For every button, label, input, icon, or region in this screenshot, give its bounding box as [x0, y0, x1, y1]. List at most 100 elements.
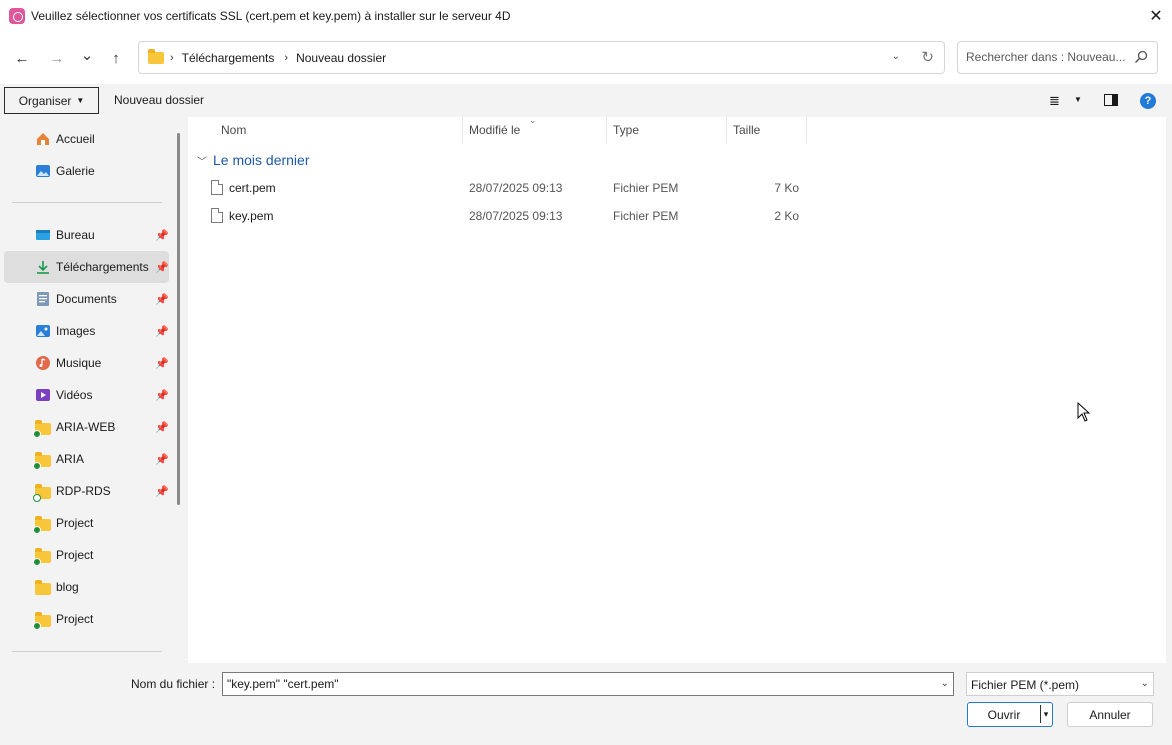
chevron-down-icon: ⌄ [1140, 678, 1149, 689]
file-type: Fichier PEM [613, 181, 679, 195]
cancel-button[interactable]: Annuler [1067, 702, 1153, 727]
chevron-down-icon: ﹀ [197, 156, 207, 168]
pin-icon[interactable]: 📌 [155, 421, 169, 434]
file-type-select[interactable]: Fichier PEM (*.pem) ⌄ [966, 672, 1154, 696]
sidebar-item-videos[interactable]: Vidéos 📌 [4, 379, 169, 411]
dialog-footer: Nom du fichier : ⌄ Fichier PEM (*.pem) ⌄… [0, 663, 1172, 745]
filename-combobox[interactable]: ⌄ [222, 672, 954, 696]
sidebar-item-label: Project [56, 516, 94, 530]
sidebar-item-label: Project [56, 548, 94, 562]
folder-icon [148, 48, 164, 64]
column-divider[interactable] [606, 117, 607, 143]
breadcrumb-item[interactable]: Nouveau dossier [296, 51, 386, 65]
filename-input[interactable] [227, 677, 927, 691]
file-modified: 28/07/2025 09:13 [469, 209, 563, 223]
sidebar-item-aria-web[interactable]: ARIA-WEB 📌 [4, 411, 169, 443]
recent-locations-button[interactable]: ⌄ [76, 44, 98, 66]
address-bar[interactable]: › Téléchargements › Nouveau dossier ⌄ ↻ [138, 41, 945, 74]
sidebar-item-label: Bureau [56, 228, 95, 242]
folder-icon [35, 579, 51, 595]
download-icon [35, 259, 51, 275]
sidebar-item-label: Galerie [56, 164, 95, 178]
table-row[interactable]: cert.pem 28/07/2025 09:13 Fichier PEM 7 … [188, 177, 808, 201]
content-scrollbar[interactable] [1166, 117, 1172, 663]
forward-button[interactable]: → [46, 47, 68, 69]
sidebar-item-label: Téléchargements [56, 260, 149, 274]
open-button[interactable]: Ouvrir ▾ [967, 702, 1053, 727]
pin-icon[interactable]: 📌 [155, 325, 169, 338]
search-icon[interactable] [1134, 50, 1148, 64]
column-header-name[interactable]: Nom [221, 123, 246, 137]
close-button[interactable]: ✕ [1140, 0, 1172, 32]
arrow-right-icon: → [49, 49, 65, 67]
videos-icon [35, 387, 51, 403]
sidebar-scrollbar[interactable] [177, 133, 180, 505]
sidebar-item-blog[interactable]: blog [4, 571, 169, 603]
navigation-pane: Accueil Galerie Bureau 📌 Téléchargements… [0, 117, 180, 663]
sidebar-item-project[interactable]: Project [4, 603, 169, 635]
new-folder-button[interactable]: Nouveau dossier [114, 93, 204, 107]
table-row[interactable]: key.pem 28/07/2025 09:13 Fichier PEM 2 K… [188, 205, 808, 229]
breadcrumb-item[interactable]: Téléchargements [182, 51, 275, 65]
file-type-selected: Fichier PEM (*.pem) [971, 678, 1080, 692]
file-name: cert.pem [229, 181, 276, 195]
sidebar-item-label: Project [56, 612, 94, 626]
column-divider[interactable] [462, 117, 463, 143]
up-button[interactable]: ↑ [105, 47, 127, 69]
organize-button[interactable]: Organiser ▼ [4, 87, 99, 114]
synced-folder-icon [33, 611, 51, 630]
file-type: Fichier PEM [613, 209, 679, 223]
column-divider[interactable] [726, 117, 727, 143]
view-caret-icon[interactable]: ▼ [1074, 95, 1082, 104]
sidebar-item-label: ARIA-WEB [56, 420, 116, 434]
cloud-folder-icon [33, 483, 51, 502]
sidebar-item-accueil[interactable]: Accueil [4, 123, 169, 155]
pin-icon[interactable]: 📌 [155, 485, 169, 498]
sidebar-item-project[interactable]: Project [4, 507, 169, 539]
column-header-size[interactable]: Taille [733, 123, 760, 137]
pin-icon[interactable]: 📌 [155, 293, 169, 306]
view-options-icon[interactable]: ≣ [1049, 93, 1060, 109]
preview-pane-icon[interactable] [1104, 94, 1118, 106]
chevron-down-icon[interactable]: ⌄ [941, 678, 949, 689]
sidebar-divider [12, 651, 162, 652]
sidebar-item-aria[interactable]: ARIA 📌 [4, 443, 169, 475]
sidebar-item-images[interactable]: Images 📌 [4, 315, 169, 347]
sidebar-item-project[interactable]: Project [4, 539, 169, 571]
sidebar-item-rdp-rds[interactable]: RDP-RDS 📌 [4, 475, 169, 507]
desktop-icon [35, 227, 51, 243]
sidebar-item-galerie[interactable]: Galerie [4, 155, 169, 187]
file-icon [211, 180, 223, 195]
file-modified: 28/07/2025 09:13 [469, 181, 563, 195]
sidebar-item-telechargements[interactable]: Téléchargements 📌 [4, 251, 169, 283]
refresh-icon[interactable]: ↻ [921, 48, 934, 66]
close-icon: ✕ [1149, 8, 1163, 25]
column-header-type[interactable]: Type [613, 123, 639, 137]
app-icon [9, 8, 25, 24]
synced-folder-icon [33, 419, 51, 438]
sidebar-item-label: RDP-RDS [56, 484, 111, 498]
sidebar-item-musique[interactable]: Musique 📌 [4, 347, 169, 379]
group-header[interactable]: ﹀ Le mois dernier [197, 152, 310, 168]
gallery-icon [35, 163, 51, 179]
documents-icon [35, 291, 51, 307]
pin-icon[interactable]: 📌 [155, 453, 169, 466]
open-split-dropdown-icon[interactable]: ▾ [1040, 705, 1051, 723]
sidebar-item-label: Accueil [56, 132, 95, 146]
search-input[interactable] [966, 50, 1126, 64]
pin-icon[interactable]: 📌 [155, 261, 169, 274]
sidebar-item-documents[interactable]: Documents 📌 [4, 283, 169, 315]
pin-icon[interactable]: 📌 [155, 357, 169, 370]
synced-folder-icon [33, 515, 51, 534]
column-divider[interactable] [806, 117, 807, 143]
column-header-modified[interactable]: Modifié le [469, 123, 520, 137]
pin-icon[interactable]: 📌 [155, 229, 169, 242]
back-button[interactable]: ← [11, 47, 33, 69]
search-box[interactable] [957, 41, 1158, 74]
sidebar-item-bureau[interactable]: Bureau 📌 [4, 219, 169, 251]
caret-down-icon: ▼ [76, 96, 85, 105]
address-dropdown-icon[interactable]: ⌄ [892, 51, 900, 62]
help-icon[interactable]: ? [1140, 93, 1156, 109]
pin-icon[interactable]: 📌 [155, 389, 169, 402]
window-title: Veuillez sélectionner vos certificats SS… [31, 9, 511, 23]
